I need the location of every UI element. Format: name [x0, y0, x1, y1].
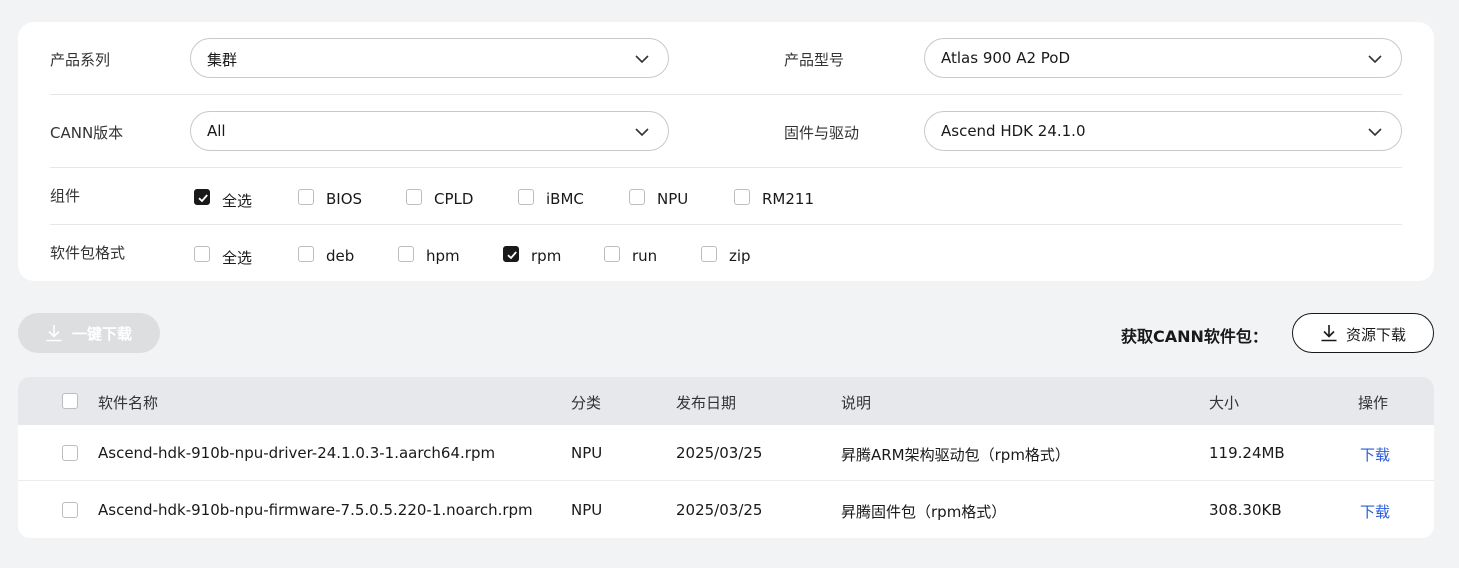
oneclick-download-button[interactable]: 一键下载 [18, 313, 160, 353]
download-icon [1321, 325, 1337, 342]
select-all-checkbox[interactable] [62, 393, 78, 409]
filter-row-formats: 软件包格式 全选 deb hpm rpm run zip [50, 225, 1402, 281]
model-select[interactable]: Atlas 900 A2 PoD [924, 38, 1402, 78]
header-date: 发布日期 [676, 394, 737, 412]
row-checkbox[interactable] [62, 502, 78, 518]
chevron-down-icon [635, 128, 649, 137]
firmware-label: 固件与驱动 [784, 124, 860, 142]
filter-row-product: 产品系列 集群 产品型号 Atlas 900 A2 PoD [50, 22, 1402, 95]
table-row: Ascend-hdk-910b-npu-firmware-7.5.0.5.220… [18, 482, 1434, 538]
component-checkbox-label: CPLD [434, 190, 474, 208]
series-select[interactable]: 集群 [190, 38, 669, 78]
series-value: 集群 [207, 51, 238, 69]
format-checkbox-label: run [632, 247, 658, 265]
chevron-down-icon [1368, 55, 1382, 64]
checkbox-empty-icon [518, 189, 534, 205]
firmware-select[interactable]: Ascend HDK 24.1.0 [924, 111, 1402, 151]
model-value: Atlas 900 A2 PoD [941, 49, 1071, 67]
checkbox-empty-icon [194, 246, 210, 262]
filter-row-components: 组件 全选 BIOS CPLD iBMC NPU RM211 [50, 168, 1402, 225]
format-checkbox-label: 全选 [222, 249, 253, 267]
row-checkbox[interactable] [62, 445, 78, 461]
chevron-down-icon [1368, 128, 1382, 137]
format-checkbox-label: hpm [426, 247, 460, 265]
checkbox-empty-icon [298, 189, 314, 205]
row-download-link[interactable]: 下载 [1360, 444, 1390, 465]
checkbox-empty-icon [734, 189, 750, 205]
cann-label: CANN版本 [50, 124, 124, 142]
row-category: NPU [571, 501, 603, 519]
row-desc: 昇腾ARM架构驱动包（rpm格式） [841, 446, 1070, 464]
oneclick-download-label: 一键下载 [72, 325, 133, 343]
checkbox-empty-icon [604, 246, 620, 262]
row-category: NPU [571, 444, 603, 462]
row-name: Ascend-hdk-910b-npu-driver-24.1.0.3-1.aa… [98, 444, 496, 462]
chevron-down-icon [635, 55, 649, 64]
resource-download-button[interactable]: 资源下载 [1292, 313, 1434, 353]
component-checkbox-label: NPU [657, 190, 689, 208]
checkbox-empty-icon [298, 246, 314, 262]
row-name: Ascend-hdk-910b-npu-firmware-7.5.0.5.220… [98, 501, 533, 519]
table-row: Ascend-hdk-910b-npu-driver-24.1.0.3-1.aa… [18, 425, 1434, 481]
component-checkbox-label: BIOS [326, 190, 363, 208]
row-size: 119.24MB [1209, 444, 1285, 462]
checkbox-checked-icon [503, 246, 519, 262]
format-label: 软件包格式 [50, 244, 126, 262]
header-size: 大小 [1209, 394, 1240, 412]
cann-value: All [207, 122, 226, 140]
format-checkbox-label: deb [326, 247, 355, 265]
model-label: 产品型号 [784, 51, 845, 69]
component-checkbox-label: RM211 [762, 190, 814, 208]
series-label: 产品系列 [50, 51, 111, 69]
checkbox-empty-icon [701, 246, 717, 262]
row-download-link[interactable]: 下载 [1360, 501, 1390, 522]
get-cann-label: 获取CANN软件包： [1121, 327, 1268, 346]
download-icon [46, 325, 62, 342]
row-date: 2025/03/25 [676, 444, 763, 462]
row-size: 308.30KB [1209, 501, 1282, 519]
format-checkbox-label: zip [729, 247, 751, 265]
component-checkbox-label: iBMC [546, 190, 584, 208]
component-checkbox-label: 全选 [222, 192, 253, 210]
software-table: 软件名称 分类 发布日期 说明 大小 操作 Ascend-hdk-910b-np… [18, 377, 1434, 538]
header-action: 操作 [1358, 394, 1389, 412]
format-checkbox-label: rpm [531, 247, 562, 265]
checkbox-checked-icon [194, 189, 210, 205]
row-desc: 昇腾固件包（rpm格式） [841, 503, 1007, 521]
components-label: 组件 [50, 187, 81, 205]
resource-download-label: 资源下载 [1346, 326, 1407, 344]
header-category: 分类 [571, 394, 602, 412]
header-desc: 说明 [841, 394, 872, 412]
checkbox-empty-icon [629, 189, 645, 205]
cann-select[interactable]: All [190, 111, 669, 151]
checkbox-empty-icon [398, 246, 414, 262]
table-header: 软件名称 分类 发布日期 说明 大小 操作 [18, 377, 1434, 425]
firmware-value: Ascend HDK 24.1.0 [941, 122, 1086, 140]
filter-panel: 产品系列 集群 产品型号 Atlas 900 A2 PoD CANN版本 All… [18, 22, 1434, 281]
checkbox-empty-icon [406, 189, 422, 205]
row-date: 2025/03/25 [676, 501, 763, 519]
header-name: 软件名称 [98, 394, 159, 412]
filter-row-version: CANN版本 All 固件与驱动 Ascend HDK 24.1.0 [50, 95, 1402, 168]
